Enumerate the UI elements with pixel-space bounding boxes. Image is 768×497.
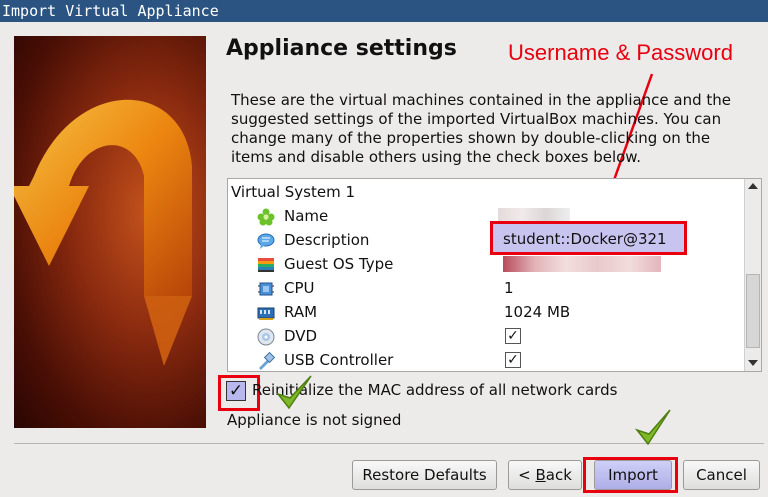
restore-defaults-button[interactable]: Restore Defaults [352,460,497,490]
green-check-icon [634,409,671,446]
description-value: student::Docker@321 [503,230,667,248]
page-title: Appliance settings [226,36,457,61]
tree-row-guest-os-type[interactable]: Guest OS Type [228,252,728,276]
tree-row-label: DVD [284,327,318,345]
tree-row-cpu[interactable]: CPU 1 [228,276,728,300]
back-button[interactable]: < Back [508,460,582,490]
tree-row-ram[interactable]: RAM 1024 MB [228,300,728,324]
tree-row-label: Name [284,207,329,225]
signature-status: Appliance is not signed [227,411,402,429]
scrollbar-thumb[interactable] [746,274,760,348]
name-icon [257,208,275,226]
import-button[interactable]: Import [594,460,672,490]
guest-os-icon [258,258,274,272]
tree-row-label: USB Controller [284,351,394,369]
scroll-up-icon[interactable] [748,183,758,189]
tree-row-label: CPU [284,279,315,297]
appliance-settings-tree[interactable]: Virtual System 1 Name Description Guest … [227,178,762,372]
ram-icon [257,307,275,320]
ram-value: 1024 MB [504,303,571,321]
back-button-rest: ack [545,466,572,484]
back-button-prefix: < [518,466,536,484]
cancel-button[interactable]: Cancel [683,460,760,490]
usb-controller-checkbox[interactable]: ✓ [505,352,521,368]
tree-row-label: RAM [284,303,318,321]
window-titlebar: Import Virtual Appliance [0,0,768,22]
tree-row-dvd[interactable]: DVD ✓ [228,324,728,348]
description-value-highlight[interactable]: student::Docker@321 [490,221,687,255]
green-check-icon [275,375,312,410]
dvd-icon [257,328,275,346]
usb-icon [259,352,275,370]
redacted-os-value [503,256,661,272]
tree-root-virtual-system[interactable]: Virtual System 1 [231,180,355,204]
description-text: These are the virtual machines contained… [231,91,732,166]
tree-row-label: Description [284,231,370,249]
reinitialize-mac-checkbox[interactable]: ✓ [226,381,246,401]
description-icon [257,233,275,249]
dvd-checkbox[interactable]: ✓ [505,328,521,344]
appliance-logo-image [14,36,206,428]
back-button-mnemonic: B [535,466,546,484]
annotation-username-password: Username & Password [508,40,733,65]
tree-row-usb-controller[interactable]: USB Controller ✓ [228,348,728,371]
scroll-down-icon[interactable] [748,360,758,366]
cpu-icon [258,282,274,296]
tree-row-label: Guest OS Type [284,255,394,273]
tree-scrollbar[interactable] [744,179,761,371]
cpu-value: 1 [504,279,514,297]
